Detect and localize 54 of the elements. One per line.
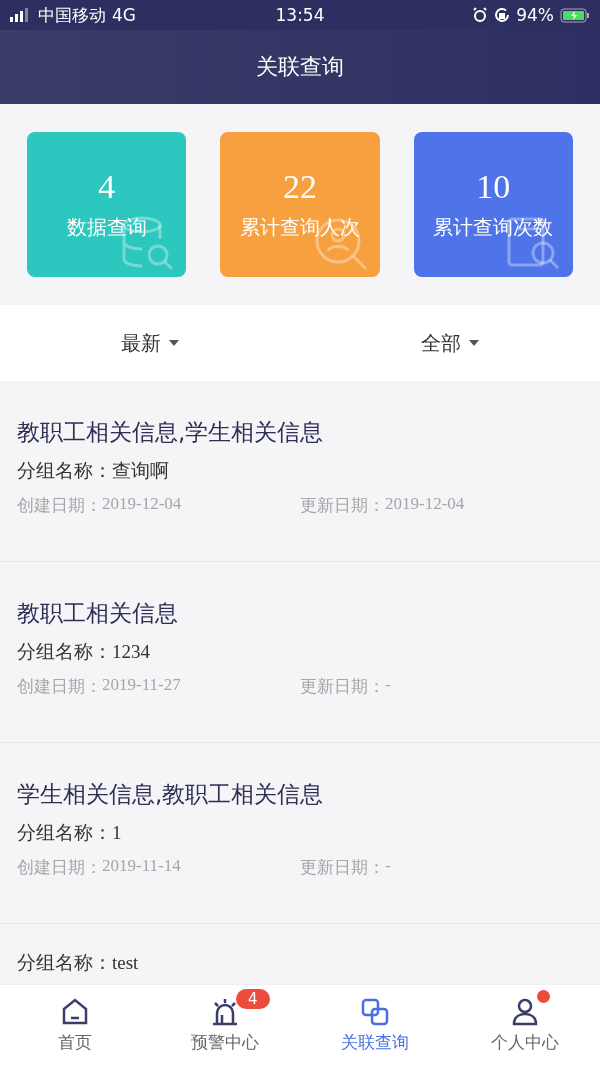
stat-label: 累计查询人次 xyxy=(240,214,360,241)
stat-value: 10 xyxy=(476,168,511,206)
stat-label: 数据查询 xyxy=(66,214,147,241)
tab-bar-item[interactable]: 首页 xyxy=(0,985,150,1065)
filter-dropdown[interactable]: 最新 xyxy=(0,305,300,381)
alarm-light-icon xyxy=(210,996,240,1027)
user-icon xyxy=(510,996,540,1027)
created-date: 2019-11-27 xyxy=(102,675,181,696)
group-name: test xyxy=(112,952,139,974)
created-label: 创建日期： xyxy=(17,494,102,517)
record-title: 教职工相关信息 xyxy=(17,599,179,628)
tab-bar-item[interactable]: 个人中心 xyxy=(450,985,600,1065)
created-label: 创建日期： xyxy=(17,856,102,879)
updated-date: 2019-12-04 xyxy=(385,494,465,515)
record-item[interactable]: 教职工相关信息,学生相关信息 分组名称：查询啊 创建日期：2019-12-04 更新日期：2019-12-04 xyxy=(0,381,600,562)
alarm-clock-icon xyxy=(472,7,489,23)
group-label: 分组名称： xyxy=(17,639,112,664)
updated-label: 更新日期： xyxy=(300,494,385,517)
filter-dropdown[interactable]: 全部 xyxy=(300,305,600,381)
updated-label: 更新日期： xyxy=(300,675,385,698)
record-title: 教职工相关信息,学生相关信息 xyxy=(17,418,325,447)
rotation-lock-icon xyxy=(494,7,511,23)
stat-value: 22 xyxy=(283,168,317,206)
network-type: 4G xyxy=(112,5,136,25)
caret-icon xyxy=(169,340,179,346)
battery-icon xyxy=(560,7,590,23)
updated-date: - xyxy=(385,675,391,696)
battery-percent: 94% xyxy=(516,5,554,25)
stat-value: 4 xyxy=(98,168,116,206)
updated-label: 更新日期： xyxy=(300,856,385,879)
updated-date: - xyxy=(385,856,391,877)
clock-time: 13:54 xyxy=(275,5,325,25)
group-label: 分组名称： xyxy=(17,458,112,483)
carrier-name: 中国移动 xyxy=(38,3,106,27)
group-label: 分组名称： xyxy=(17,950,112,975)
record-title: 学生相关信息,教职工相关信息 xyxy=(17,780,325,809)
created-date: 2019-11-14 xyxy=(102,856,181,877)
group-name: 1 xyxy=(112,822,122,844)
created-label: 创建日期： xyxy=(17,675,102,698)
stat-label: 累计查询次数 xyxy=(433,214,554,241)
created-date: 2019-12-04 xyxy=(102,494,182,515)
page-title: 关联查询 xyxy=(256,53,344,81)
group-name: 查询啊 xyxy=(112,459,169,483)
stat-card[interactable]: 10 累计查询次数 xyxy=(413,132,573,277)
count-badge: 4 xyxy=(236,989,270,1009)
linked-squares-icon xyxy=(360,996,390,1027)
record-item[interactable]: 学生相关信息,教职工相关信息 分组名称：1 创建日期：2019-11-14 更新日期：- xyxy=(0,743,600,924)
tab-bar-item[interactable]: 预警中心 4 xyxy=(150,985,300,1065)
tab-bar-item[interactable]: 关联查询 xyxy=(300,985,450,1065)
group-label: 分组名称： xyxy=(17,820,112,845)
home-icon xyxy=(60,996,90,1027)
caret-icon xyxy=(469,340,479,346)
record-item[interactable]: 教职工相关信息 分组名称：1234 创建日期：2019-11-27 更新日期：- xyxy=(0,562,600,743)
group-name: 1234 xyxy=(112,641,150,663)
